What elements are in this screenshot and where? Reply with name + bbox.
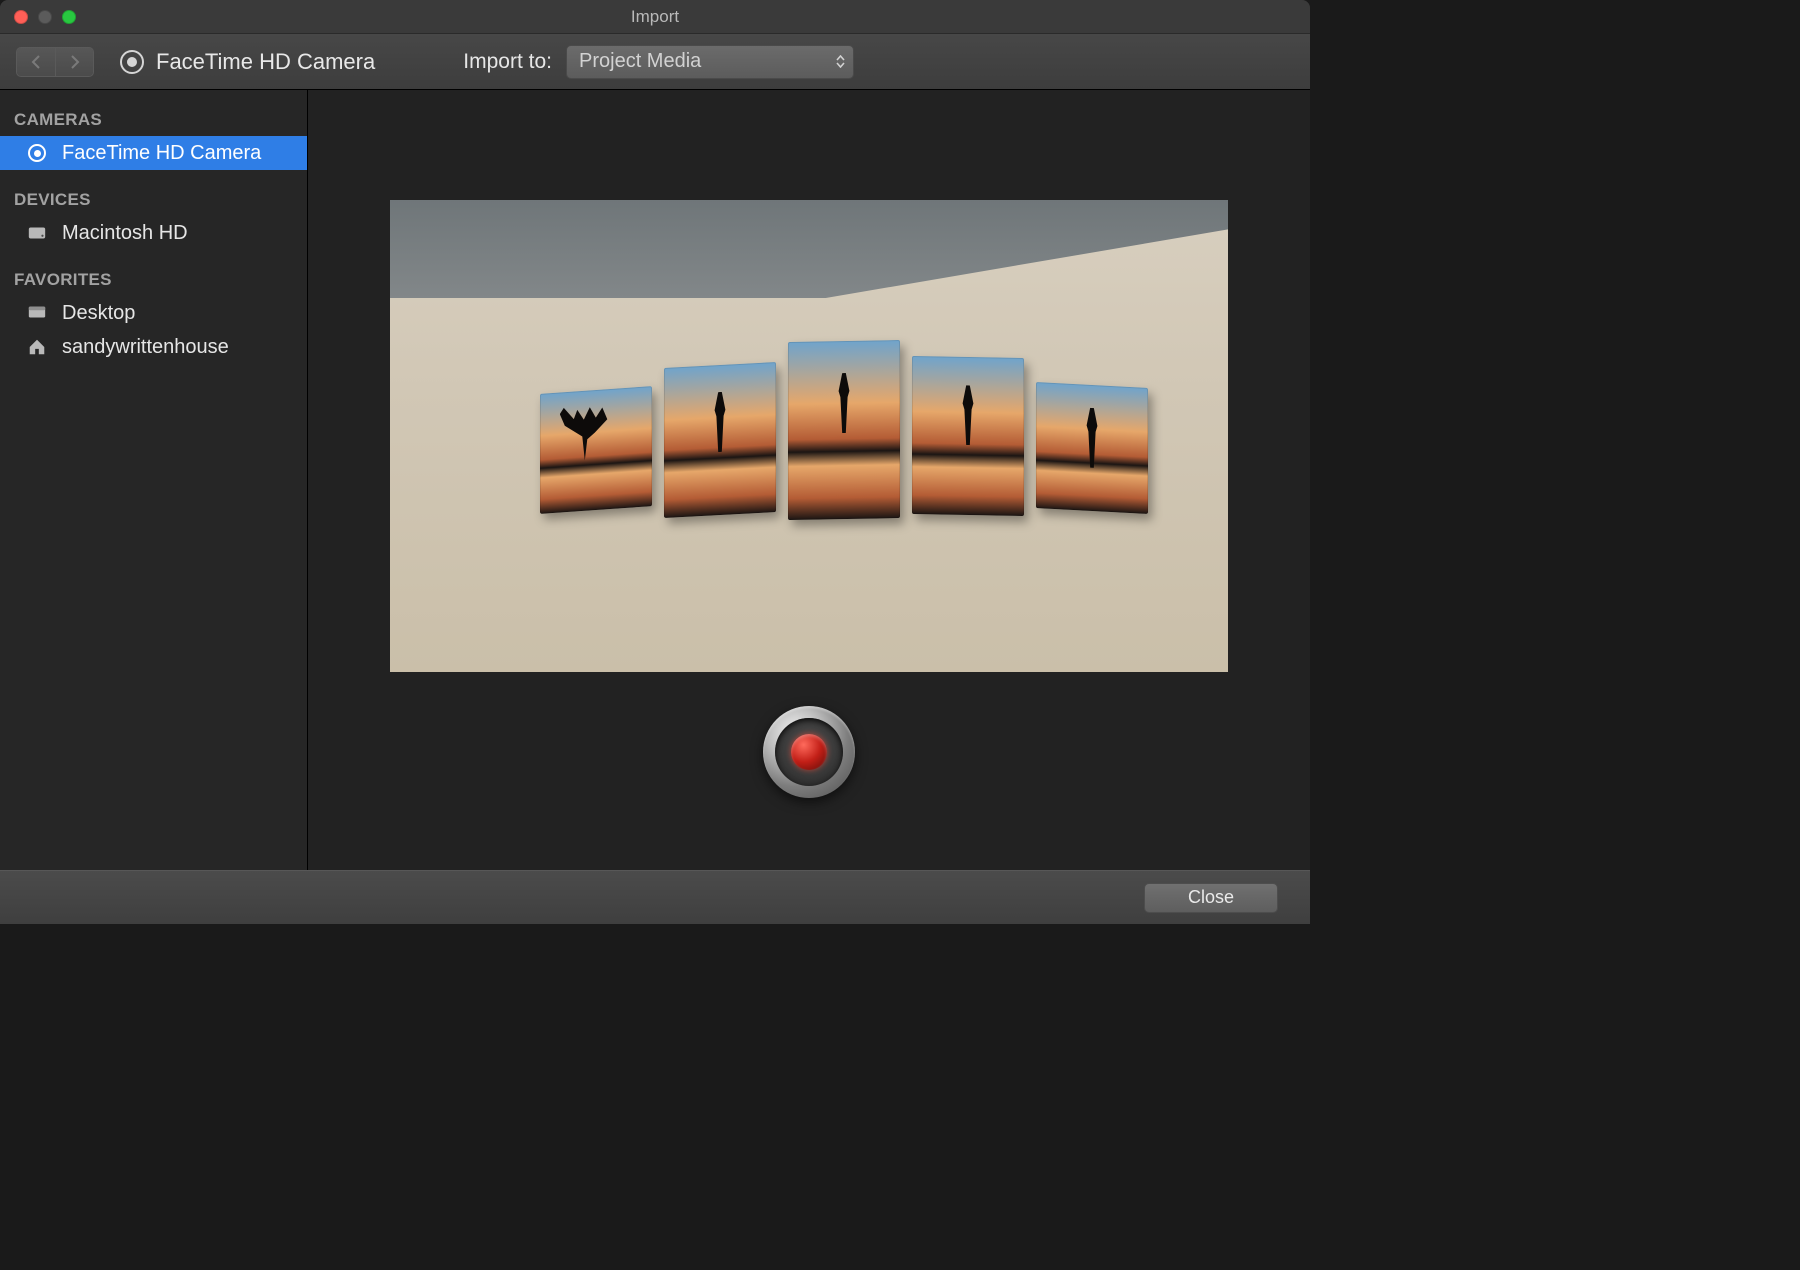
- import-to-select[interactable]: Project Media: [566, 45, 854, 79]
- sidebar-item-home[interactable]: sandywrittenhouse: [0, 330, 307, 364]
- caret-up-icon: [836, 55, 845, 61]
- caret-down-icon: [836, 62, 845, 68]
- sidebar-item-desktop[interactable]: Desktop: [0, 296, 307, 330]
- nav-back-button[interactable]: [17, 48, 55, 76]
- sidebar-header-devices: DEVICES: [0, 184, 307, 216]
- window-title: Import: [631, 7, 679, 27]
- import-window: Import FaceTime HD Camera Import to: Pro…: [0, 0, 1310, 924]
- sidebar-header-cameras: CAMERAS: [0, 104, 307, 136]
- window-minimize-button[interactable]: [38, 10, 52, 24]
- hard-drive-icon: [26, 222, 48, 244]
- sidebar: CAMERAS FaceTime HD Camera DEVICES Macin…: [0, 90, 308, 870]
- sidebar-item-macintosh-hd[interactable]: Macintosh HD: [0, 216, 307, 250]
- preview-artwork: [540, 340, 1148, 520]
- sidebar-item-label: Desktop: [62, 302, 135, 325]
- nav-forward-button[interactable]: [55, 48, 93, 76]
- close-button-label: Close: [1188, 887, 1234, 908]
- traffic-lights: [14, 10, 76, 24]
- sidebar-item-label: FaceTime HD Camera: [62, 142, 261, 165]
- camera-preview: [390, 200, 1228, 672]
- titlebar: Import: [0, 0, 1310, 34]
- import-to-label: Import to:: [463, 50, 552, 74]
- toolbar: FaceTime HD Camera Import to: Project Me…: [0, 34, 1310, 90]
- record-button[interactable]: [763, 706, 855, 798]
- import-to-select-value: Project Media: [579, 50, 701, 73]
- camera-icon: [120, 50, 144, 74]
- import-to-group: Import to: Project Media: [463, 45, 854, 79]
- home-icon: [26, 336, 48, 358]
- chevron-right-icon: [70, 55, 80, 69]
- toolbar-camera-title-wrap: FaceTime HD Camera: [120, 49, 375, 75]
- sidebar-header-favorites: FAVORITES: [0, 264, 307, 296]
- sidebar-item-label: sandywrittenhouse: [62, 336, 229, 359]
- desktop-icon: [26, 302, 48, 324]
- close-button[interactable]: Close: [1144, 883, 1278, 913]
- footer: Close: [0, 870, 1310, 924]
- sidebar-item-facetime-camera[interactable]: FaceTime HD Camera: [0, 136, 307, 170]
- content-area: [308, 90, 1310, 870]
- window-close-button[interactable]: [14, 10, 28, 24]
- nav-buttons: [16, 47, 94, 77]
- select-stepper-icon: [836, 55, 845, 68]
- toolbar-camera-title: FaceTime HD Camera: [156, 49, 375, 75]
- sidebar-item-label: Macintosh HD: [62, 222, 188, 245]
- window-body: CAMERAS FaceTime HD Camera DEVICES Macin…: [0, 90, 1310, 870]
- camera-icon: [26, 142, 48, 164]
- chevron-left-icon: [31, 55, 41, 69]
- window-zoom-button[interactable]: [62, 10, 76, 24]
